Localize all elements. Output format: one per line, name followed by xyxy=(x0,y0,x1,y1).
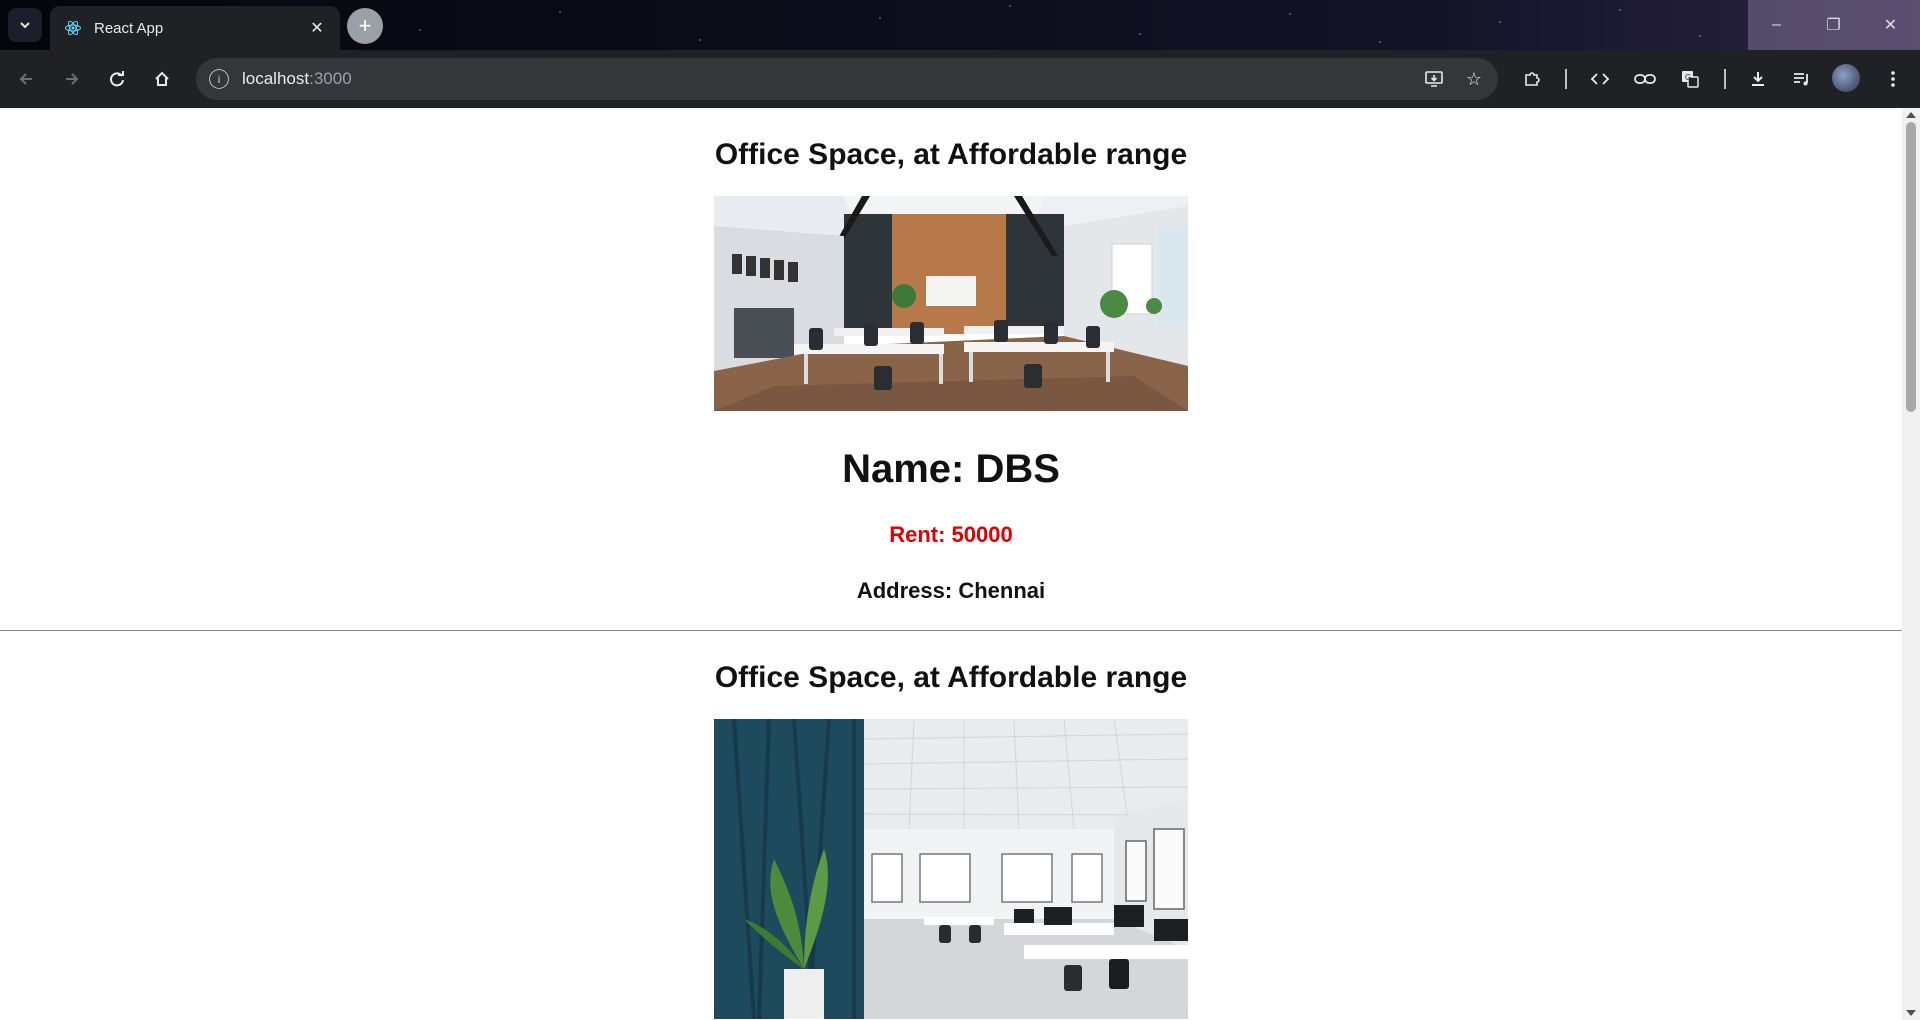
translate-icon[interactable]: G xyxy=(1674,63,1706,95)
toolbar-separator xyxy=(1565,69,1567,89)
svg-text:G: G xyxy=(1685,73,1691,82)
back-arrow-icon[interactable] xyxy=(10,63,42,95)
chevron-down-icon xyxy=(20,22,30,29)
url-text: localhost:3000 xyxy=(242,69,1418,89)
tab-title: React App xyxy=(94,19,164,37)
browser-toolbar: i localhost:3000 ☆ G xyxy=(0,50,1920,108)
scroll-down-icon[interactable] xyxy=(1906,1010,1916,1016)
listing-heading: Office Space, at Affordable range xyxy=(714,661,1188,694)
listing-address: Address: Chennai xyxy=(856,578,1046,603)
listing-heading: Office Space, at Affordable range xyxy=(714,138,1188,171)
page-scrollbar[interactable] xyxy=(1902,108,1920,1020)
code-icon[interactable] xyxy=(1584,63,1616,95)
bookmark-star-icon[interactable]: ☆ xyxy=(1458,63,1490,95)
browser-titlebar: React App ✕ + – ❐ ✕ xyxy=(0,0,1920,50)
office-listing: Office Space, at Affordable range xyxy=(0,108,1902,604)
office-image xyxy=(714,196,1188,411)
office-listing: Office Space, at Affordable range xyxy=(0,631,1902,1019)
more-menu-icon[interactable] xyxy=(1877,63,1909,95)
url-port: :3000 xyxy=(309,69,352,88)
window-controls: – ❐ ✕ xyxy=(1748,0,1920,50)
new-tab-button[interactable]: + xyxy=(347,8,383,44)
link-icon[interactable] xyxy=(1629,63,1661,95)
tab-react-app[interactable]: React App ✕ xyxy=(50,6,340,50)
restore-icon[interactable]: ❐ xyxy=(1805,0,1862,50)
scroll-up-icon[interactable] xyxy=(1906,112,1916,118)
home-icon[interactable] xyxy=(146,63,178,95)
listing-rent: Rent: 50000 xyxy=(889,522,1013,547)
url-host: localhost xyxy=(242,69,310,88)
plus-icon: + xyxy=(358,13,372,38)
close-window-icon[interactable]: ✕ xyxy=(1862,0,1919,50)
minimize-icon[interactable]: – xyxy=(1748,0,1805,50)
react-icon xyxy=(64,19,82,37)
office-image xyxy=(714,719,1188,1019)
listing-name: Name: DBS xyxy=(842,447,1060,491)
tab-search-button[interactable] xyxy=(8,8,42,42)
toolbar-separator xyxy=(1724,69,1726,89)
reload-icon[interactable] xyxy=(101,63,133,95)
profile-avatar[interactable] xyxy=(1832,64,1860,92)
install-app-icon[interactable] xyxy=(1418,63,1450,95)
media-queue-icon[interactable] xyxy=(1786,63,1818,95)
download-icon[interactable] xyxy=(1742,63,1774,95)
close-tab-icon[interactable]: ✕ xyxy=(306,17,328,39)
address-bar[interactable]: i localhost:3000 ☆ xyxy=(196,58,1498,100)
site-info-icon[interactable]: i xyxy=(209,69,229,89)
page-viewport: Office Space, at Affordable range Name: … xyxy=(0,108,1902,1020)
forward-arrow-icon[interactable] xyxy=(56,63,88,95)
scroll-thumb[interactable] xyxy=(1906,122,1916,412)
extensions-puzzle-icon[interactable] xyxy=(1516,63,1548,95)
